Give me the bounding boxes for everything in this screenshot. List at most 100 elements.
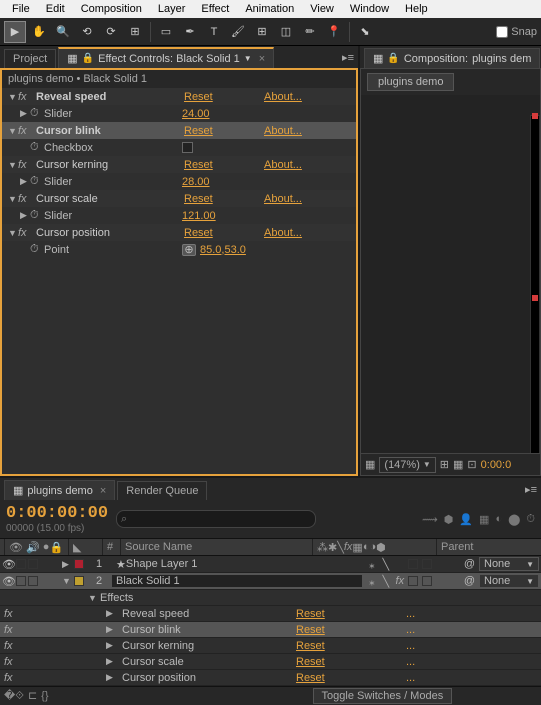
breadcrumb-layer[interactable]: Black Solid 1 xyxy=(83,73,147,85)
eye-icon[interactable]: 👁 xyxy=(2,575,16,588)
close-icon[interactable]: × xyxy=(259,53,265,65)
sw-box[interactable] xyxy=(422,559,432,569)
pickwhip-icon[interactable]: @ xyxy=(464,558,475,570)
reset-link[interactable]: Reset xyxy=(184,193,264,205)
sw-fx[interactable] xyxy=(394,558,406,570)
reset-link[interactable]: Reset xyxy=(184,227,264,239)
shy-icon[interactable]: 👤 xyxy=(459,513,473,526)
fx-badge[interactable]: fx xyxy=(0,624,16,636)
timeline-fx-row[interactable]: fx ▶Reveal speed Reset ... xyxy=(0,606,541,622)
fx-badge[interactable]: fx xyxy=(18,193,32,205)
close-icon[interactable]: × xyxy=(100,485,106,497)
menu-help[interactable]: Help xyxy=(397,1,436,17)
panel-options-icon[interactable]: ▸≡ xyxy=(342,51,354,64)
fx-badge[interactable]: fx xyxy=(18,227,32,239)
prop-name[interactable]: Slider xyxy=(44,210,182,222)
mag-ratio-icon[interactable]: ▦ xyxy=(365,458,375,471)
pen-tool[interactable]: ✒ xyxy=(179,21,201,43)
transfer-icon[interactable]: �⟐ xyxy=(4,689,24,703)
layer-name[interactable]: Black Solid 1 xyxy=(112,575,362,587)
comp-flowchart-tab[interactable]: plugins demo xyxy=(367,73,454,91)
stopwatch-icon[interactable]: ⏱ xyxy=(30,243,44,256)
motion-blur-icon[interactable]: ◐ xyxy=(495,513,502,526)
fx-badge[interactable]: fx xyxy=(0,656,16,668)
breadcrumb-comp[interactable]: plugins demo xyxy=(8,73,73,85)
chevron-down-icon[interactable]: ▼ xyxy=(8,194,18,204)
sw-shy[interactable]: ⁎ xyxy=(366,575,378,587)
menu-effect[interactable]: Effect xyxy=(193,1,237,17)
stopwatch-icon[interactable]: ⏱ xyxy=(30,141,44,154)
sw-qual[interactable]: ╲ xyxy=(380,558,392,570)
about-link[interactable]: About... xyxy=(264,159,302,171)
zoom-dropdown[interactable]: (147%) ▼ xyxy=(379,457,435,473)
about-link[interactable]: About... xyxy=(264,91,302,103)
checkbox[interactable] xyxy=(182,142,193,153)
lock-icon[interactable]: 🔒 xyxy=(387,53,399,64)
pin-tool[interactable]: 📍 xyxy=(323,21,345,43)
stopwatch-icon[interactable]: ⏱ xyxy=(526,513,535,526)
about-link[interactable]: About... xyxy=(264,125,302,137)
chevron-down-icon[interactable]: ▼ xyxy=(8,228,18,238)
orbit-tool[interactable]: ⟲ xyxy=(76,21,98,43)
col-source-name[interactable]: Source Name xyxy=(120,539,312,555)
effect-header[interactable]: ▼ fx Reveal speed Reset About... xyxy=(2,88,356,105)
reset-link[interactable]: Reset xyxy=(184,91,264,103)
pickwhip-icon[interactable]: @ xyxy=(464,575,475,587)
chevron-down-icon[interactable]: ▼ xyxy=(8,126,18,136)
reset-link[interactable]: Reset xyxy=(296,640,406,652)
reset-link[interactable]: Reset xyxy=(296,656,406,668)
sw-adj-icon[interactable]: ◑ xyxy=(369,541,376,553)
layer-name[interactable]: ★ Shape Layer 1 xyxy=(112,558,362,571)
sw-fb-icon[interactable]: ▦ xyxy=(352,541,362,554)
tab-render-queue[interactable]: Render Queue xyxy=(117,481,207,500)
point-picker-icon[interactable]: ⊕ xyxy=(182,244,196,256)
fx-badge[interactable]: fx xyxy=(0,672,16,684)
resolution-icon[interactable]: ⊞ xyxy=(440,458,449,471)
prop-name[interactable]: Slider xyxy=(44,176,182,188)
effect-name[interactable]: Reveal speed xyxy=(36,91,184,103)
sw-shy[interactable]: ⁎ xyxy=(366,558,378,570)
comp-viewer[interactable] xyxy=(361,95,540,453)
timeline-fx-row[interactable]: fx ▶Cursor kerning Reset ... xyxy=(0,638,541,654)
color-label[interactable] xyxy=(74,559,84,569)
options-link[interactable]: ... xyxy=(406,640,415,652)
chevron-right-icon[interactable]: ▶ xyxy=(106,640,118,651)
effect-name[interactable]: Cursor scale xyxy=(36,193,184,205)
rotate-tool[interactable]: ⟳ xyxy=(100,21,122,43)
layer-row[interactable]: 👁 ▼ 2 Black Solid 1 ⁎ ╲ fx @ None ▼ xyxy=(0,573,541,590)
options-link[interactable]: ... xyxy=(406,672,415,684)
reset-link[interactable]: Reset xyxy=(296,672,406,684)
chevron-right-icon[interactable]: ▶ xyxy=(20,108,30,119)
fx-name[interactable]: ▶Cursor kerning xyxy=(16,640,296,652)
sw-fx-icon[interactable]: fx xyxy=(344,541,353,553)
snap-checkbox[interactable] xyxy=(496,26,508,38)
tab-project[interactable]: Project xyxy=(4,49,56,68)
panel-menu-icon[interactable]: ▦ xyxy=(67,52,77,65)
stopwatch-icon[interactable]: ⏱ xyxy=(30,209,44,222)
chevron-right-icon[interactable]: ▶ xyxy=(20,210,30,221)
menu-edit[interactable]: Edit xyxy=(38,1,73,17)
fx-badge[interactable]: fx xyxy=(18,91,32,103)
chevron-right-icon[interactable]: ▶ xyxy=(106,624,118,635)
sw-qual-icon[interactable]: ╲ xyxy=(337,541,344,554)
chevron-right-icon[interactable]: ▶ xyxy=(106,608,118,619)
chevron-down-icon[interactable]: ▼ xyxy=(8,160,18,170)
eye-icon[interactable]: 👁 xyxy=(2,558,16,571)
fx-name[interactable]: ▶Cursor scale xyxy=(16,656,296,668)
options-link[interactable]: ... xyxy=(406,624,415,636)
hand-tool[interactable]: ✋ xyxy=(28,21,50,43)
zoom-tool[interactable]: 🔍 xyxy=(52,21,74,43)
prop-name[interactable]: Checkbox xyxy=(44,142,182,154)
camera-tool[interactable]: ⊞ xyxy=(124,21,146,43)
panel-menu-icon[interactable]: ▦ xyxy=(373,52,383,65)
parent-dropdown[interactable]: None ▼ xyxy=(479,574,539,588)
effect-header[interactable]: ▼ fx Cursor kerning Reset About... xyxy=(2,156,356,173)
fx-name[interactable]: ▶Cursor position xyxy=(16,672,296,684)
local-axis-tool[interactable]: ⬊ xyxy=(354,21,376,43)
parent-dropdown[interactable]: None ▼ xyxy=(479,557,539,571)
brush-tool[interactable]: 🖌 xyxy=(227,21,249,43)
text-tool[interactable]: T xyxy=(203,21,225,43)
sw-3d-icon[interactable]: ⬢ xyxy=(376,541,386,554)
chevron-down-icon[interactable]: ▼ xyxy=(8,92,18,102)
layer-preview[interactable] xyxy=(530,115,540,453)
